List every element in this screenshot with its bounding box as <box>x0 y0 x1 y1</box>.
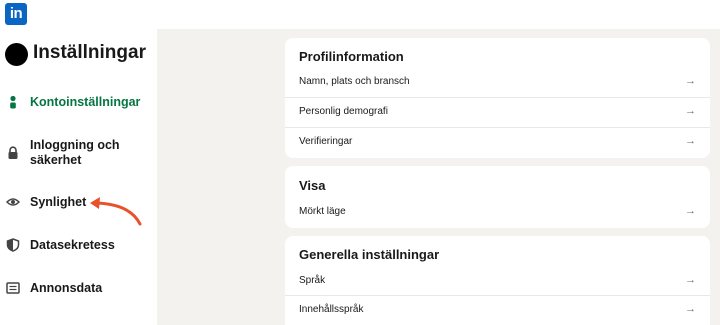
sidebar-item-label: Synlighet <box>30 195 87 209</box>
top-bar: in <box>0 0 720 29</box>
arrow-right-icon: → <box>685 303 696 315</box>
row-label: Mörkt läge <box>299 206 346 217</box>
sidebar-item-label: Annonsdata <box>30 281 103 295</box>
annotation-arrow-icon <box>90 197 142 226</box>
row-label: Namn, plats och bransch <box>299 76 410 87</box>
arrow-right-icon: → <box>685 105 696 117</box>
sidebar-item-label: Kontoinställningar <box>30 95 141 109</box>
sidebar-item-label: Datasekretess <box>30 238 115 252</box>
section-title: Profilinformation <box>299 49 404 64</box>
arrow-right-icon: → <box>685 205 696 217</box>
settings-row-verifications[interactable]: Verifieringar → <box>285 127 710 157</box>
general-settings-card: Generella inställningar Språk → Innehåll… <box>285 236 710 325</box>
sidebar-item-label: Inloggning och säkerhet <box>30 138 120 167</box>
settings-row-language[interactable]: Språk → <box>285 266 710 296</box>
row-label: Innehållsspråk <box>299 304 364 315</box>
sidebar-item-account[interactable]: Kontoinställningar <box>0 94 157 114</box>
section-title: Visa <box>299 178 326 193</box>
settings-row-name-location[interactable]: Namn, plats och bransch → <box>285 67 710 97</box>
arrow-right-icon: → <box>685 274 696 286</box>
sidebar-item-data-privacy[interactable]: Datasekretess <box>0 237 157 255</box>
section-title: Generella inställningar <box>299 247 440 262</box>
settings-row-demographics[interactable]: Personlig demografi → <box>285 97 710 127</box>
person-icon <box>10 95 16 109</box>
row-label: Personlig demografi <box>299 106 388 117</box>
newspaper-icon <box>6 282 20 294</box>
eye-icon <box>6 198 20 206</box>
arrow-right-icon: → <box>685 75 696 87</box>
linkedin-logo[interactable]: in <box>5 3 27 25</box>
avatar[interactable] <box>5 43 28 66</box>
row-label: Verifieringar <box>299 136 353 147</box>
display-card: Visa Mörkt läge → <box>285 166 710 228</box>
row-label: Språk <box>299 275 326 286</box>
shield-icon <box>6 238 20 252</box>
profile-info-card: Profilinformation Namn, plats och bransc… <box>285 38 710 158</box>
settings-row-dark-mode[interactable]: Mörkt läge → <box>285 197 710 227</box>
page-title: Inställningar <box>33 42 146 63</box>
sidebar-item-ad-data[interactable]: Annonsdata <box>0 280 157 298</box>
lock-icon <box>8 146 18 159</box>
sidebar-item-login-security[interactable]: Inloggning och säkerhet <box>0 137 157 169</box>
settings-row-content-language[interactable]: Innehållsspråk → <box>285 295 710 325</box>
arrow-right-icon: → <box>685 135 696 147</box>
